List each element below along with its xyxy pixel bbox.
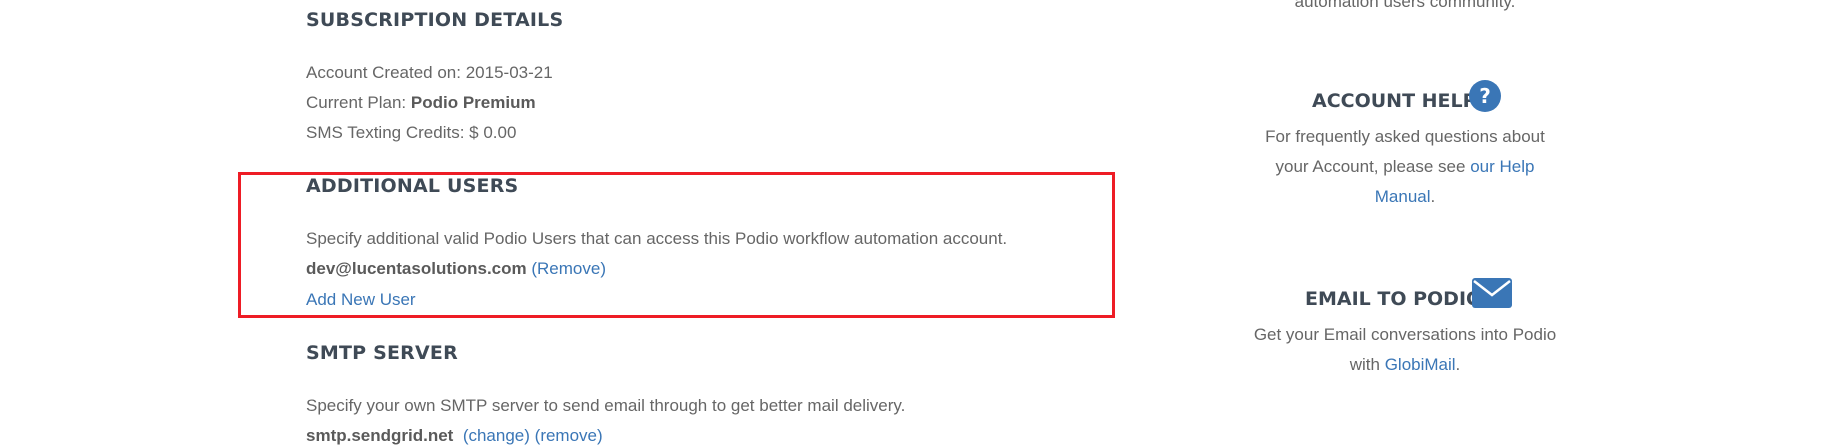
email-to-podio-line1: Get your Email conversations into Podio <box>1253 325 1557 344</box>
email-to-podio-line2: with GlobiMail. <box>1230 350 1580 380</box>
question-circle-icon[interactable]: ? <box>1469 80 1501 112</box>
sms-credits-value: $ 0.00 <box>469 123 517 142</box>
smtp-description: Specify your own SMTP server to send ema… <box>306 396 906 415</box>
smtp-server-value: smtp.sendgrid.net <box>306 426 454 445</box>
account-help-text: For frequently asked questions about you… <box>1240 122 1570 212</box>
remove-user-link[interactable]: (Remove) <box>531 259 606 278</box>
sms-credits-line: SMS Texting Credits: $ 0.00 <box>306 123 516 143</box>
community-text-fragment: automation users community. <box>1294 0 1516 11</box>
smtp-server-row: smtp.sendgrid.net (change) (remove) <box>306 426 603 446</box>
help-manual-link-part1[interactable]: our Help <box>1470 157 1534 176</box>
account-help-line2: your Account, please see our Help <box>1240 152 1570 182</box>
help-manual-link-part2[interactable]: Manual <box>1375 187 1431 206</box>
current-plan-value: Podio Premium <box>410 93 536 112</box>
additional-user-row: dev@lucentasolutions.com (Remove) <box>306 259 606 279</box>
sms-credits-label: SMS Texting Credits: <box>306 123 465 142</box>
account-created-line: Account Created on: 2015-03-21 <box>306 63 553 83</box>
email-to-podio-suffix: . <box>1455 355 1461 374</box>
remove-smtp-link[interactable]: (remove) <box>535 426 603 445</box>
svg-text:?: ? <box>1479 84 1491 108</box>
additional-users-heading: ADDITIONAL USERS <box>306 175 519 197</box>
add-user-row: Add New User <box>306 290 416 310</box>
additional-users-description: Specify additional valid Podio Users tha… <box>306 229 1008 248</box>
email-to-podio-heading: EMAIL TO PODIO <box>1305 288 1483 310</box>
globimail-link[interactable]: GlobiMail <box>1385 355 1456 374</box>
subscription-heading: SUBSCRIPTION DETAILS <box>306 9 564 31</box>
current-plan-line: Current Plan: Podio Premium <box>306 93 536 113</box>
account-help-line1: For frequently asked questions about <box>1265 127 1545 146</box>
account-created-label: Account Created on: <box>306 63 461 82</box>
current-plan-label: Current Plan: <box>306 93 407 112</box>
change-smtp-link[interactable]: (change) <box>463 426 530 445</box>
page: SUBSCRIPTION DETAILS Account Created on:… <box>0 0 1838 448</box>
email-to-podio-text: Get your Email conversations into Podio … <box>1230 320 1580 380</box>
account-help-suffix: . <box>1430 187 1436 206</box>
smtp-heading: SMTP SERVER <box>306 342 458 364</box>
add-new-user-link[interactable]: Add New User <box>306 290 416 309</box>
account-help-heading: ACCOUNT HELP <box>1312 90 1477 112</box>
additional-user-email: dev@lucentasolutions.com <box>306 259 527 278</box>
account-help-line3: Manual. <box>1240 182 1570 212</box>
envelope-icon[interactable] <box>1472 278 1512 308</box>
account-created-value: 2015-03-21 <box>465 63 553 82</box>
email-to-podio-prefix: with <box>1349 355 1380 374</box>
account-help-line2-prefix: your Account, please see <box>1275 157 1466 176</box>
